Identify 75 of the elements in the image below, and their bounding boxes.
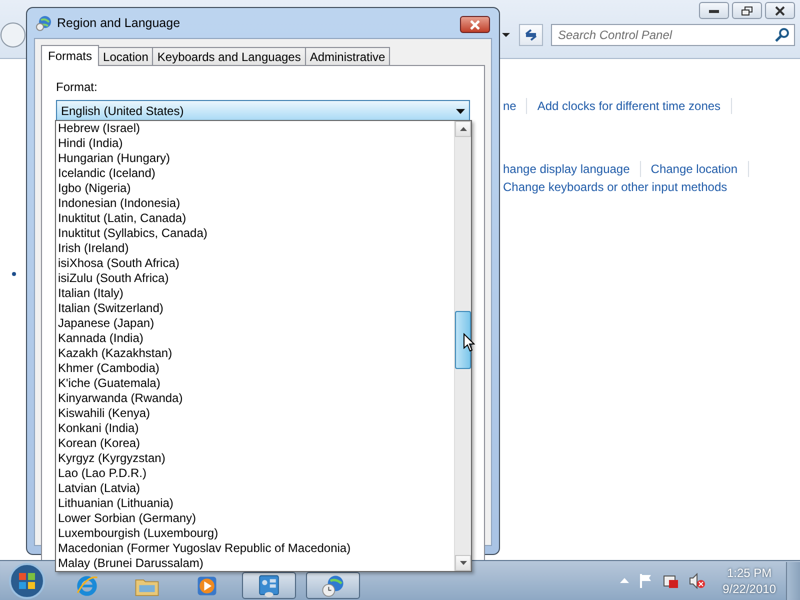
list-item[interactable]: Malay (Brunei Darussalam): [56, 556, 454, 571]
close-icon: [774, 6, 786, 16]
dropdown-arrow-icon[interactable]: [501, 32, 511, 38]
window-title: Region and Language: [57, 16, 180, 30]
tab[interactable]: Administrative: [304, 47, 390, 65]
list-item[interactable]: Japanese (Japan): [56, 316, 454, 331]
list-item[interactable]: Igbo (Nigeria): [56, 181, 454, 196]
list-item[interactable]: Kiswahili (Kenya): [56, 406, 454, 421]
list-item[interactable]: Icelandic (Iceland): [56, 166, 454, 181]
scroll-thumb[interactable]: [455, 311, 471, 369]
list-item[interactable]: Hungarian (Hungary): [56, 151, 454, 166]
list-item[interactable]: Kannada (India): [56, 331, 454, 346]
minimize-icon: [708, 8, 720, 14]
list-item[interactable]: Italian (Switzerland): [56, 301, 454, 316]
task-link[interactable]: hange display language: [503, 162, 630, 176]
control-panel-icon: [256, 574, 282, 598]
scroll-down-button[interactable]: [455, 555, 471, 571]
list-item[interactable]: Hebrew (Israel): [56, 121, 454, 136]
clock-date: 9/22/2010: [722, 580, 776, 596]
list-item[interactable]: Khmer (Cambodia): [56, 361, 454, 376]
globe-clock-icon: [320, 574, 346, 598]
list-item[interactable]: Lao (Lao P.D.R.): [56, 466, 454, 481]
list-item[interactable]: Inuktitut (Syllabics, Canada): [56, 226, 454, 241]
minimize-button[interactable]: [699, 2, 729, 19]
globe-icon: [36, 15, 52, 31]
tab[interactable]: Formats: [41, 45, 100, 66]
task-link[interactable]: Change location: [650, 162, 738, 176]
browser-icon: [74, 574, 100, 598]
format-label: Format:: [56, 80, 98, 94]
taskbar-button[interactable]: [306, 572, 360, 599]
list-item[interactable]: Indonesian (Indonesia): [56, 196, 454, 211]
restore-icon: [741, 6, 753, 16]
refresh-button[interactable]: [519, 24, 543, 46]
network-icon[interactable]: [662, 572, 679, 588]
back-button[interactable]: [0, 22, 26, 48]
list-item[interactable]: isiZulu (South Africa): [56, 271, 454, 286]
list-item[interactable]: Korean (Korea): [56, 436, 454, 451]
bullet-dot: [12, 272, 16, 276]
list-item[interactable]: Konkani (India): [56, 421, 454, 436]
list-item[interactable]: Italian (Italy): [56, 286, 454, 301]
search-icon: [775, 28, 789, 42]
list-item[interactable]: Inuktitut (Latin, Canada): [56, 211, 454, 226]
clock-time: 1:25 PM: [726, 564, 772, 580]
close-icon: [469, 20, 481, 30]
restore-button[interactable]: [732, 2, 762, 19]
list-item[interactable]: Kinyarwanda (Rwanda): [56, 391, 454, 406]
task-link[interactable]: Change keyboards or other input methods: [503, 180, 728, 194]
list-item[interactable]: Lithuanian (Lithuania): [56, 496, 454, 511]
close-button[interactable]: [765, 2, 795, 19]
list-item[interactable]: Lower Sorbian (Germany): [56, 511, 454, 526]
list-item[interactable]: Luxembourgish (Luxembourg): [56, 526, 454, 541]
close-button[interactable]: [460, 16, 490, 33]
list-item[interactable]: Kyrgyz (Kyrgyzstan): [56, 451, 454, 466]
list-item[interactable]: Kazakh (Kazakhstan): [56, 346, 454, 361]
list-item[interactable]: isiXhosa (South Africa): [56, 256, 454, 271]
dropdown-arrow-icon: [456, 108, 465, 114]
down-arrow-icon: [460, 561, 466, 565]
list-item[interactable]: K'iche (Guatemala): [56, 376, 454, 391]
list-item[interactable]: Hindi (India): [56, 136, 454, 151]
speaker-muted-icon[interactable]: [688, 572, 705, 588]
tab[interactable]: Keyboards and Languages: [152, 47, 306, 65]
list-item[interactable]: Latvian (Latvia): [56, 481, 454, 496]
task-link[interactable]: ne: [503, 99, 516, 113]
search-field[interactable]: Search Control Panel: [551, 24, 795, 46]
taskbar-button[interactable]: [242, 572, 296, 599]
scroll-up-button[interactable]: [455, 121, 471, 137]
start-button[interactable]: [8, 562, 46, 600]
scrollbar[interactable]: [454, 121, 471, 571]
refresh-icon: [524, 28, 538, 42]
list-item[interactable]: Macedonian (Former Yugoslav Republic of Macedonia): [56, 541, 454, 556]
tab[interactable]: Location: [98, 47, 154, 65]
format-dropdown[interactable]: English (United States): [56, 100, 470, 122]
list-item[interactable]: Irish (Ireland): [56, 241, 454, 256]
task-link[interactable]: Add clocks for different time zones: [537, 99, 721, 113]
up-arrow-icon: [460, 127, 466, 131]
